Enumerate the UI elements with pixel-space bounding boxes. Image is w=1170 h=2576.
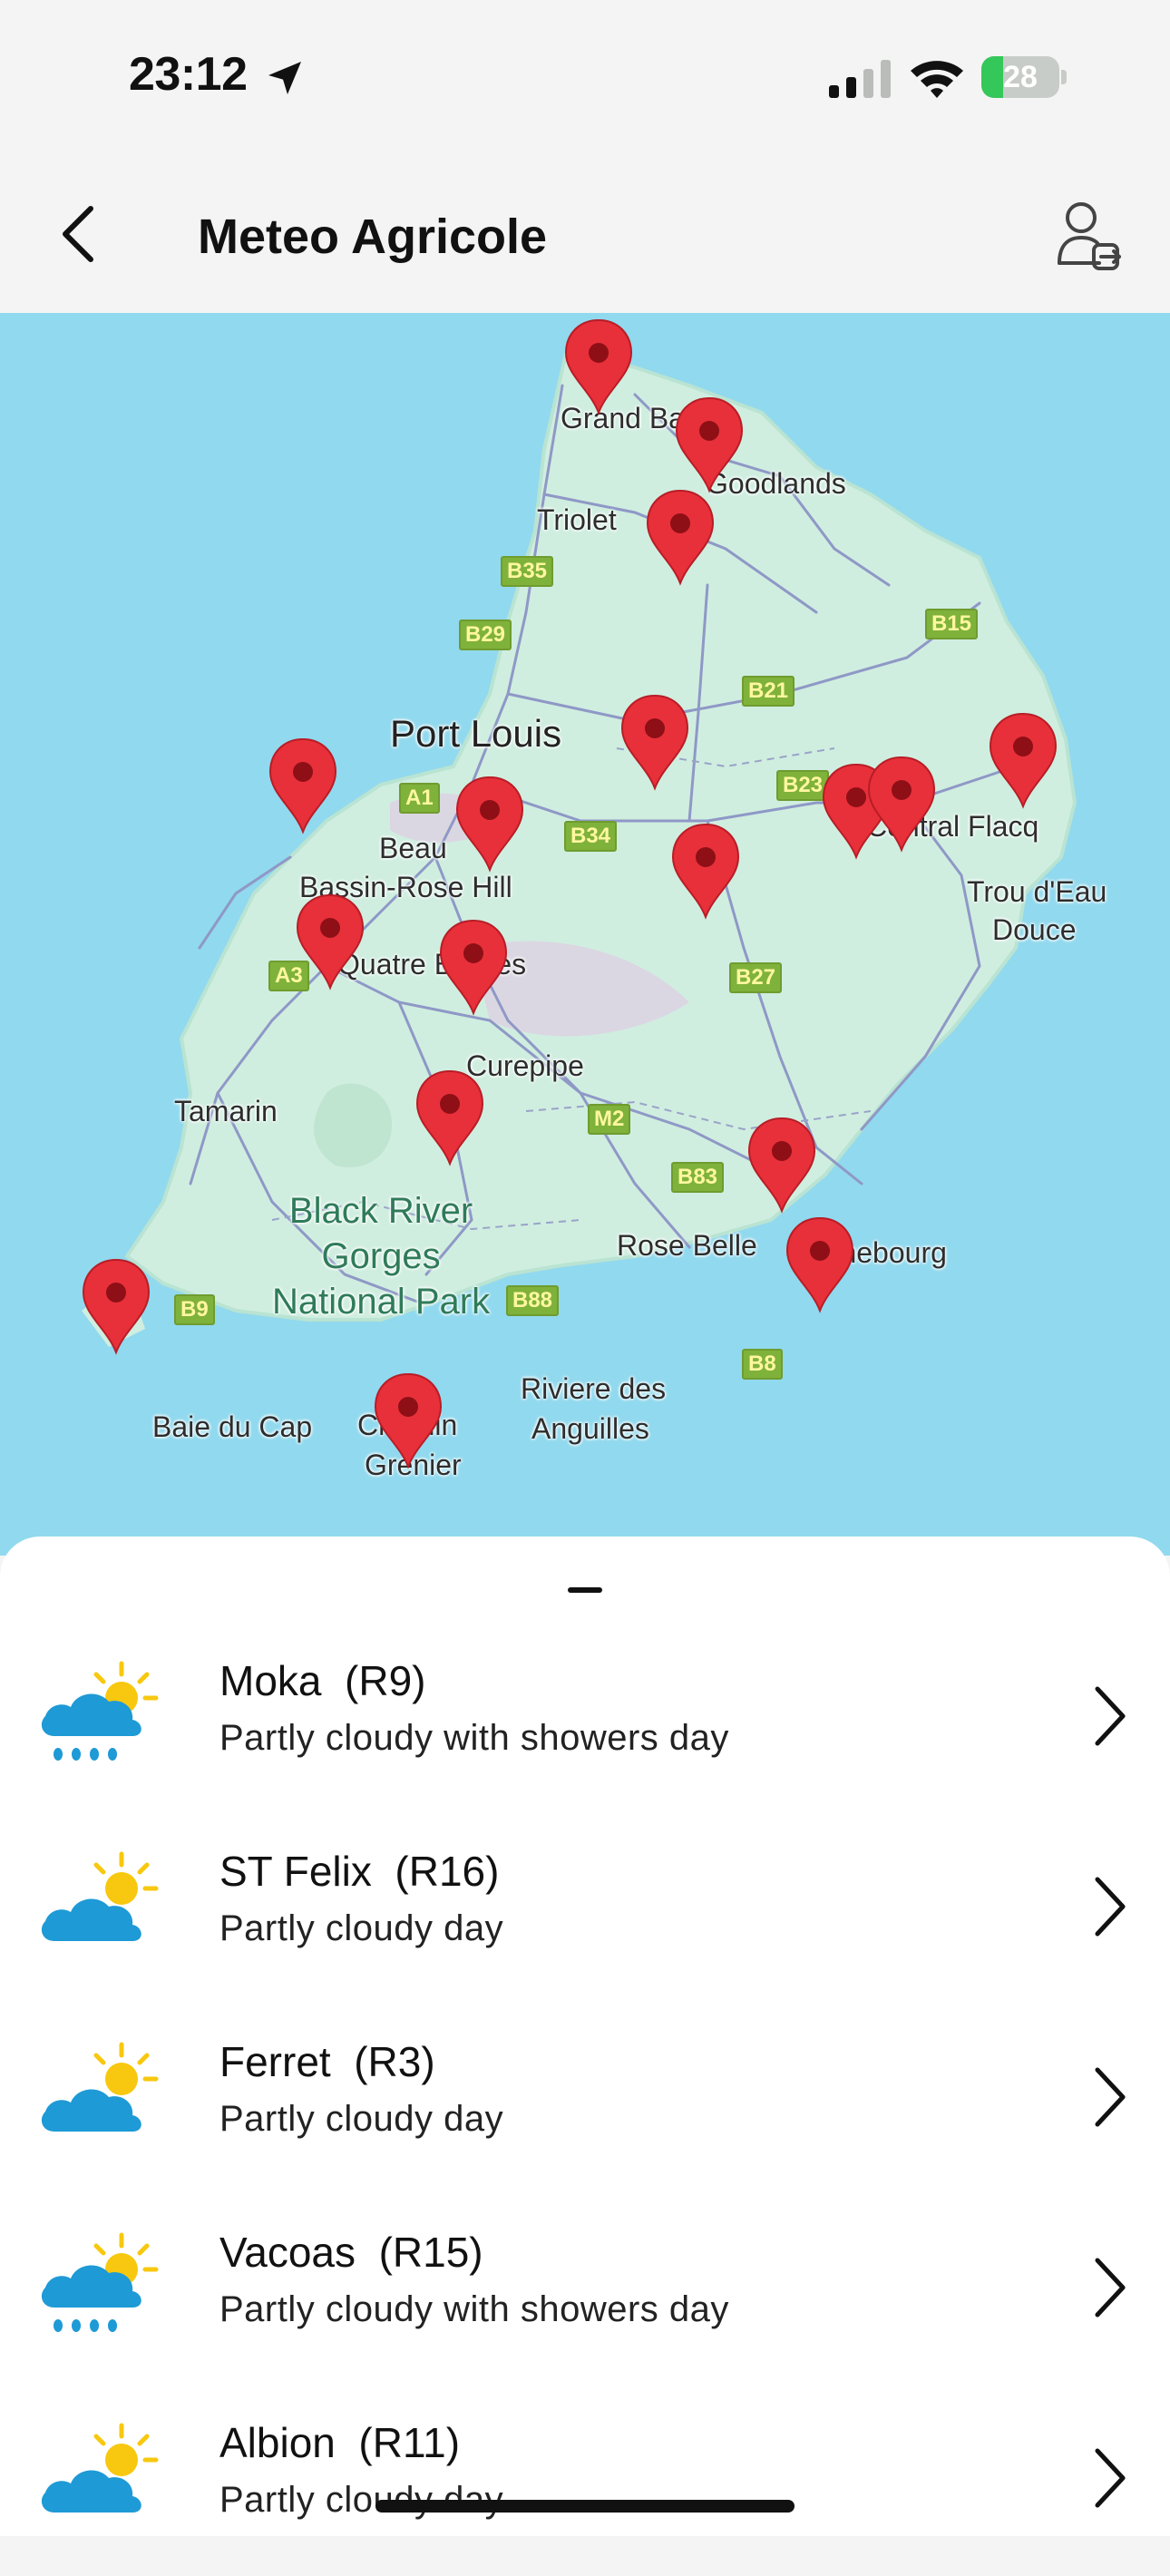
sheet-drag-handle[interactable]	[568, 1587, 602, 1593]
map-label-baie-du-cap: Baie du Cap	[152, 1410, 313, 1443]
chevron-right-icon	[1095, 1686, 1126, 1746]
map-label-black-river: Black River Gorges National Park	[272, 1188, 490, 1324]
station-condition: Partly cloudy day	[219, 1908, 504, 1948]
page-title: Meteo Agricole	[198, 210, 548, 264]
station-condition: Partly cloudy with showers day	[219, 1718, 729, 1758]
map-label-douce: Douce	[992, 913, 1077, 946]
wifi-icon	[911, 61, 963, 98]
station-name: Vacoas (R15)	[219, 2229, 483, 2276]
map-pin[interactable]	[80, 1256, 152, 1356]
app-header: Meteo Agricole	[0, 154, 1170, 313]
road-shield-a1: A1	[399, 783, 440, 814]
road-shield-b34: B34	[564, 821, 618, 852]
road-shield-b83: B83	[671, 1162, 725, 1193]
cloud-sun-rain-icon	[41, 1661, 159, 1761]
map-view[interactable]: Grand Baie Goodlands Triolet Port Louis …	[0, 313, 1170, 1556]
road-shield-b15: B15	[925, 609, 979, 639]
map-pin[interactable]	[669, 821, 742, 921]
map-pin[interactable]	[865, 754, 938, 854]
location-arrow-icon	[268, 62, 301, 94]
road-shield-b27: B27	[729, 962, 783, 993]
station-row[interactable]: ST Felix (R16) Partly cloudy day	[0, 1814, 1170, 2005]
road-shield-b88: B88	[506, 1285, 560, 1316]
battery-level: 28	[1003, 60, 1038, 94]
stations-sheet[interactable]: Moka (R9) Partly cloudy with showers day…	[0, 1537, 1170, 2536]
park-line-1: Black River	[288, 1191, 473, 1231]
map-pin[interactable]	[619, 692, 691, 792]
station-name: Moka (R9)	[219, 1657, 426, 1704]
station-row[interactable]: Moka (R9) Partly cloudy with showers day	[0, 1624, 1170, 1814]
road-shield-b29: B29	[459, 620, 512, 650]
map-pin[interactable]	[987, 710, 1059, 810]
back-button[interactable]	[47, 198, 111, 270]
road-shield-b21: B21	[742, 676, 795, 707]
cloud-sun-icon	[41, 1851, 159, 1941]
chevron-right-icon	[1095, 1877, 1126, 1937]
cloud-sun-icon	[41, 2423, 159, 2513]
map-pin[interactable]	[562, 317, 635, 416]
status-bar: 23:12 28	[0, 0, 1170, 154]
park-line-2: Gorges	[321, 1236, 441, 1276]
road-shield-b9: B9	[174, 1294, 215, 1325]
map-pin[interactable]	[414, 1068, 486, 1167]
map-pin[interactable]	[437, 917, 510, 1017]
map-pin[interactable]	[294, 892, 366, 991]
map-label-anguilles: Anguilles	[531, 1412, 649, 1445]
map-label-rose-belle: Rose Belle	[617, 1229, 757, 1262]
road-shield-b35: B35	[501, 556, 554, 587]
cellular-signal-icon	[829, 60, 891, 98]
park-line-3: National Park	[272, 1282, 491, 1322]
chevron-right-icon	[1095, 2448, 1126, 2508]
map-label-trou-deau: Trou d'Eau	[967, 875, 1107, 908]
map-label-port-louis: Port Louis	[390, 712, 562, 755]
map-pin[interactable]	[784, 1215, 856, 1314]
map-pin[interactable]	[267, 736, 339, 835]
station-name: Albion (R11)	[219, 2419, 461, 2466]
station-condition: Partly cloudy day	[219, 2099, 504, 2139]
map-label-triolet: Triolet	[537, 503, 617, 536]
chevron-right-icon	[1095, 2258, 1126, 2317]
map-pin[interactable]	[673, 395, 746, 494]
station-row[interactable]: Albion (R11) Partly cloudy day	[0, 2386, 1170, 2576]
map-label-beau: Beau	[379, 832, 447, 864]
map-pin[interactable]	[746, 1115, 818, 1215]
cloud-sun-rain-icon	[41, 2232, 159, 2332]
station-condition: Partly cloudy with showers day	[219, 2289, 729, 2329]
home-indicator[interactable]	[375, 2500, 795, 2513]
map-label-riviere: Riviere des	[521, 1372, 667, 1405]
map-pin[interactable]	[372, 1371, 444, 1470]
station-name: Ferret (R3)	[219, 2038, 435, 2085]
station-row[interactable]: Vacoas (R15) Partly cloudy with showers …	[0, 2195, 1170, 2386]
chevron-right-icon	[1095, 2067, 1126, 2127]
cloud-sun-icon	[41, 2042, 159, 2132]
road-shield-b8: B8	[742, 1349, 783, 1380]
station-row[interactable]: Ferret (R3) Partly cloudy day	[0, 2005, 1170, 2195]
battery-icon: 28	[981, 56, 1068, 100]
account-logout-icon[interactable]	[1052, 194, 1125, 276]
map-label-tamarin: Tamarin	[174, 1095, 278, 1127]
station-name: ST Felix (R16)	[219, 1848, 500, 1895]
map-pin[interactable]	[453, 774, 526, 873]
status-time: 23:12	[129, 48, 248, 101]
map-pin[interactable]	[644, 487, 717, 587]
road-shield-m2: M2	[588, 1104, 631, 1135]
